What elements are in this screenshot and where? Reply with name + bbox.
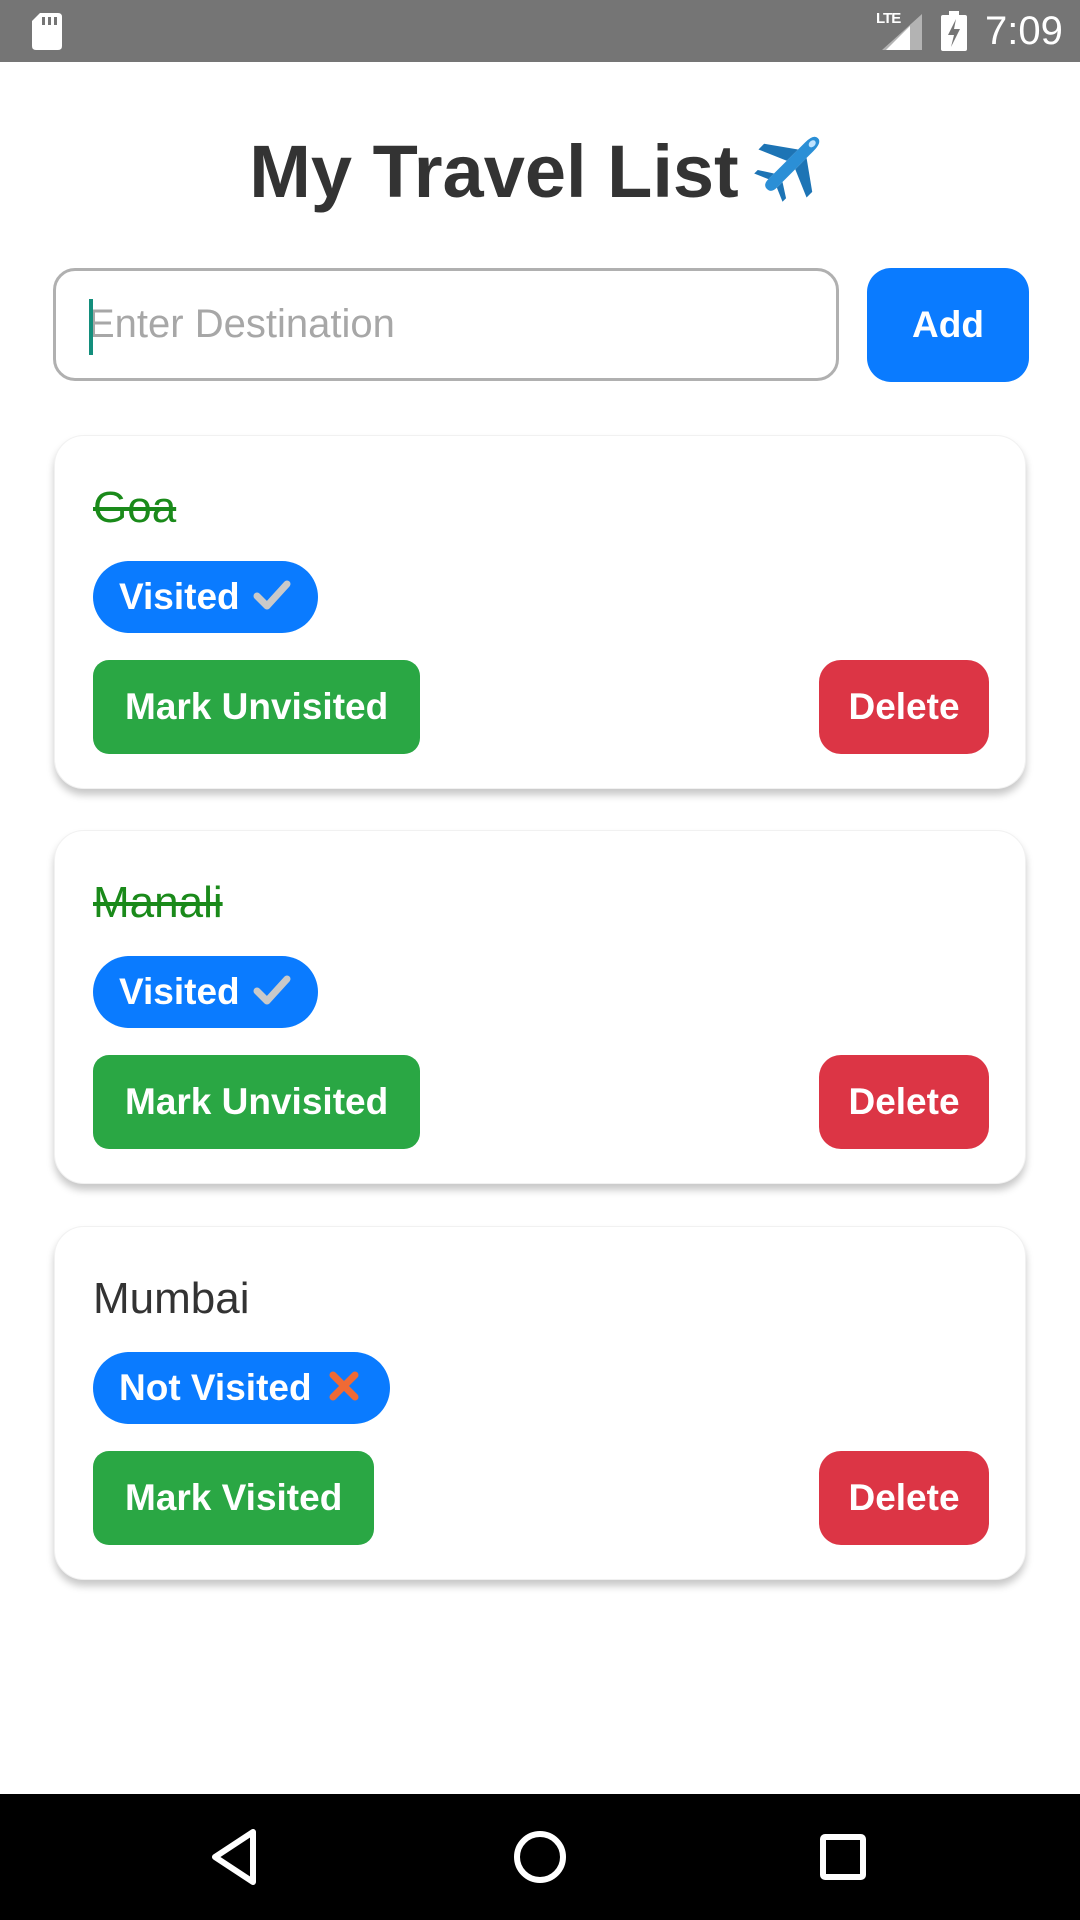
navigation-bar	[0, 1794, 1080, 1920]
cross-icon	[329, 1371, 359, 1401]
destination-name: Manali	[93, 878, 223, 927]
status-bar: LTE 7:09	[0, 0, 1080, 62]
delete-button[interactable]: Delete	[819, 1055, 989, 1149]
destination-card: Goa Visited Mark Unvisited Delete	[54, 435, 1026, 789]
status-clock: 7:09	[985, 9, 1063, 53]
destination-card: Manali Visited Mark Unvisited Delete	[54, 830, 1026, 1184]
airplane-icon	[753, 136, 819, 202]
page-title-text: My Travel List	[249, 130, 739, 213]
home-icon[interactable]	[505, 1822, 575, 1892]
battery-charging-icon	[941, 11, 967, 51]
recents-icon[interactable]	[808, 1822, 878, 1892]
status-badge: Visited	[93, 561, 318, 633]
status-badge: Visited	[93, 956, 318, 1028]
delete-button[interactable]: Delete	[819, 660, 989, 754]
destination-card: Mumbai Not Visited Mark Visited Delete	[54, 1226, 1026, 1580]
mark-unvisited-button[interactable]: Mark Unvisited	[93, 660, 421, 754]
destination-input-container	[53, 268, 839, 381]
status-badge-label: Visited	[119, 576, 240, 617]
mark-visited-button[interactable]: Mark Visited	[93, 1451, 375, 1545]
destination-name: Mumbai	[93, 1274, 250, 1323]
mark-unvisited-button[interactable]: Mark Unvisited	[93, 1055, 421, 1149]
signal-icon	[882, 14, 922, 50]
destination-input[interactable]	[56, 271, 836, 378]
add-button[interactable]: Add	[867, 268, 1029, 382]
destination-name: Goa	[93, 483, 177, 532]
check-icon	[253, 975, 291, 1005]
page-title: My Travel List	[0, 125, 1080, 217]
status-badge-label: Visited	[119, 971, 240, 1012]
delete-button[interactable]: Delete	[819, 1451, 989, 1545]
status-badge: Not Visited	[93, 1352, 390, 1424]
status-badge-label: Not Visited	[119, 1367, 312, 1408]
sd-card-icon	[32, 13, 62, 50]
back-icon[interactable]	[201, 1822, 271, 1892]
check-icon	[253, 580, 291, 610]
text-cursor	[89, 299, 93, 355]
